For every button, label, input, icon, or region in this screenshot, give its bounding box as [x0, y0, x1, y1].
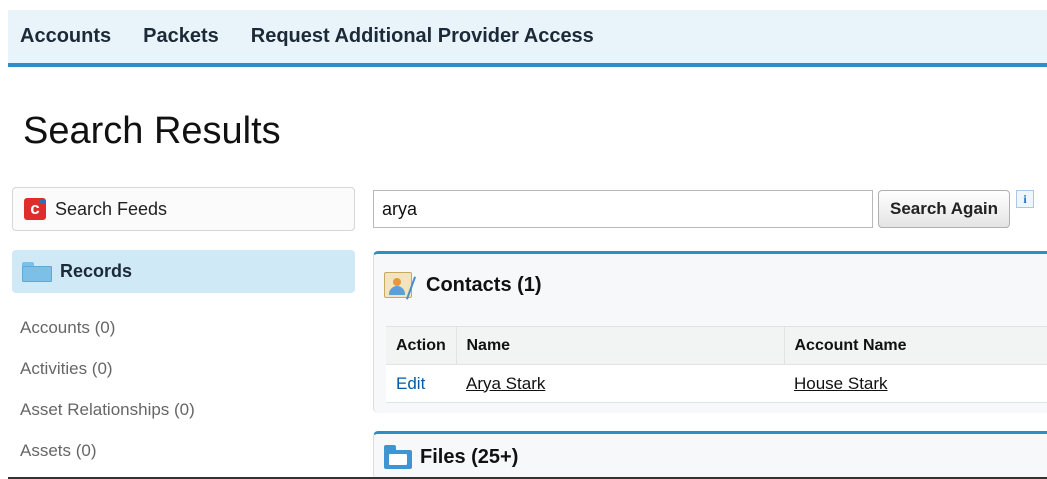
sidebar-item-activities[interactable]: Activities (0): [20, 359, 195, 400]
edit-link[interactable]: Edit: [396, 374, 425, 393]
files-header: Files (25+): [374, 434, 1047, 479]
contacts-table: Action Name Account Name Edit Arya Stark…: [386, 326, 1047, 403]
tab-accounts[interactable]: Accounts: [20, 25, 111, 48]
page-title: Search Results: [23, 110, 281, 152]
account-name-link[interactable]: House Stark: [794, 374, 888, 393]
object-list: Accounts (0) Activities (0) Asset Relati…: [20, 318, 195, 479]
top-navigation: Accounts Packets Request Additional Prov…: [8, 10, 1047, 67]
column-header-name[interactable]: Name: [456, 326, 785, 365]
chatter-feed-icon: c: [24, 198, 46, 220]
search-again-button[interactable]: Search Again: [878, 190, 1010, 228]
sidebar-item-assets[interactable]: Assets (0): [20, 441, 195, 479]
contact-card-icon: [384, 270, 418, 300]
files-panel: Files (25+): [373, 431, 1047, 479]
info-icon[interactable]: i: [1016, 190, 1034, 208]
column-header-action: Action: [386, 326, 457, 365]
contacts-panel: Contacts (1) Action Name Account Name Ed…: [373, 251, 1047, 413]
records-label: Records: [60, 261, 133, 281]
tab-packets[interactable]: Packets: [143, 25, 219, 48]
tab-request-provider-access[interactable]: Request Additional Provider Access: [251, 25, 594, 48]
search-input[interactable]: [373, 190, 873, 228]
table-row: Edit Arya Stark House Stark: [386, 364, 1047, 403]
search-feeds-label: Search Feeds: [55, 198, 168, 219]
contacts-header: Contacts (1): [374, 254, 1047, 316]
account-cell: House Stark: [784, 364, 1047, 403]
folder-icon: [22, 261, 52, 282]
sidebar-item-asset-relationships[interactable]: Asset Relationships (0): [20, 400, 195, 441]
files-title: Files (25+): [420, 445, 519, 468]
records-header[interactable]: Records: [12, 250, 355, 293]
column-header-account-name[interactable]: Account Name: [784, 326, 1047, 365]
contact-name-link[interactable]: Arya Stark: [466, 374, 545, 393]
table-header-row: Action Name Account Name: [386, 326, 1047, 365]
name-cell: Arya Stark: [456, 364, 784, 403]
files-folder-icon: [384, 445, 412, 469]
search-feeds-button[interactable]: c Search Feeds: [12, 187, 355, 231]
action-cell: Edit: [386, 364, 456, 403]
sidebar-item-accounts[interactable]: Accounts (0): [20, 318, 195, 359]
contacts-title: Contacts (1): [426, 273, 542, 296]
